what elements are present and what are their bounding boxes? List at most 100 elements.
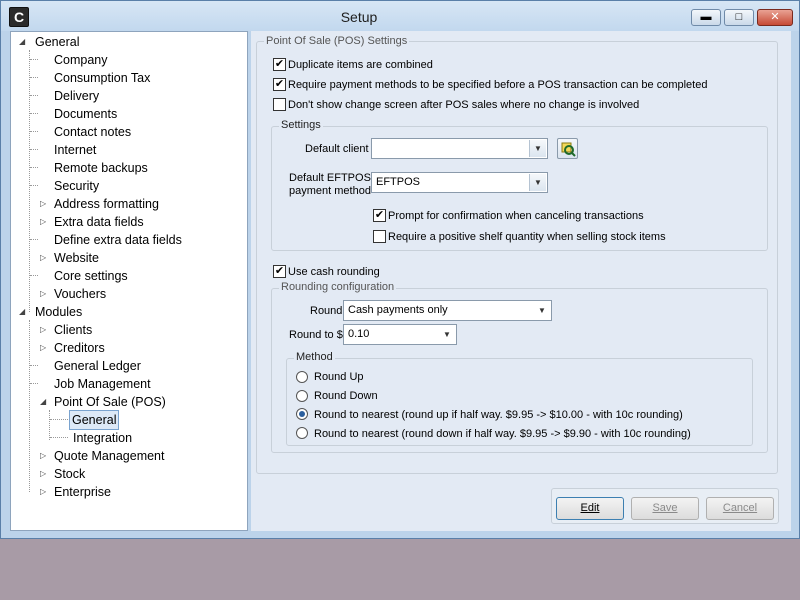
pos-settings-title: Point Of Sale (POS) Settings xyxy=(264,35,410,47)
eftpos-label-line2: payment method xyxy=(289,185,371,197)
chevron-down-icon: ▼ xyxy=(529,140,546,157)
round-nearest-down-radio[interactable] xyxy=(296,427,308,439)
round-to-label: Round to $ xyxy=(289,329,343,341)
method-title: Method xyxy=(294,351,335,363)
rounding-config-title: Rounding configuration xyxy=(279,281,397,293)
cash-rounding-checkbox[interactable]: ✔ xyxy=(273,265,286,278)
settings-panel: Point Of Sale (POS) Settings ✔ Duplicate… xyxy=(251,31,791,531)
tree-item-extra-data-fields[interactable]: Extra data fields xyxy=(54,213,144,231)
round-down-radio[interactable] xyxy=(296,390,308,402)
default-client-select[interactable]: ▼ xyxy=(371,138,548,159)
tree-item-documents[interactable]: Documents xyxy=(54,105,117,123)
save-button-label: Save xyxy=(652,502,678,514)
client-lookup-button[interactable] xyxy=(557,138,578,159)
tree-item-security[interactable]: Security xyxy=(54,177,99,195)
collapse-icon[interactable]: ◢ xyxy=(19,303,25,321)
tree-item-enterprise[interactable]: Enterprise xyxy=(54,483,111,501)
round-down-label: Round Down xyxy=(314,390,378,402)
round-to-select[interactable]: 0.10 ▼ xyxy=(343,324,457,345)
round-label: Round xyxy=(310,305,343,317)
close-icon: ✕ xyxy=(770,11,780,23)
cash-rounding-label: Use cash rounding xyxy=(288,266,380,278)
tree-item-creditors[interactable]: Creditors xyxy=(54,339,105,357)
edit-button-label: Edit xyxy=(580,502,600,514)
window-title: Setup xyxy=(340,9,378,25)
tree-item-vouchers[interactable]: Vouchers xyxy=(54,285,106,303)
tree-item-contact-notes[interactable]: Contact notes xyxy=(54,123,131,141)
tree-item-point-of-sale[interactable]: Point Of Sale (POS) xyxy=(54,393,166,411)
cancel-button-label: Cancel xyxy=(722,502,758,514)
require-payment-label: Require payment methods to be specified … xyxy=(288,79,708,91)
expand-icon[interactable]: ▷ xyxy=(40,213,46,231)
prompt-cancel-checkbox[interactable]: ✔ xyxy=(373,209,386,222)
minimize-icon: ▬ xyxy=(700,11,712,23)
maximize-button[interactable]: □ xyxy=(724,9,754,26)
tree-item-website[interactable]: Website xyxy=(54,249,99,267)
tree-item-clients[interactable]: Clients xyxy=(54,321,92,339)
tree-item-internet[interactable]: Internet xyxy=(54,141,96,159)
no-change-screen-checkbox[interactable] xyxy=(273,98,286,111)
tree-item-general-ledger[interactable]: General Ledger xyxy=(54,357,141,375)
tree-item-define-extra-data-fields[interactable]: Define extra data fields xyxy=(54,231,182,249)
eftpos-method-select[interactable]: EFTPOS ▼ xyxy=(371,172,548,193)
expand-icon[interactable]: ▷ xyxy=(40,465,46,483)
tree-item-modules-root[interactable]: Modules xyxy=(35,303,82,321)
round-nearest-up-radio[interactable] xyxy=(296,408,308,420)
collapse-icon[interactable]: ◢ xyxy=(19,33,25,51)
tree-item-stock[interactable]: Stock xyxy=(54,465,85,483)
prompt-cancel-label: Prompt for confirmation when canceling t… xyxy=(388,210,644,222)
tree-item-address-formatting[interactable]: Address formatting xyxy=(54,195,159,213)
minimize-button[interactable]: ▬ xyxy=(691,9,721,26)
settings-title: Settings xyxy=(279,119,323,131)
chevron-down-icon: ▼ xyxy=(534,302,550,319)
no-change-screen-label: Don't show change screen after POS sales… xyxy=(288,99,640,111)
round-nearest-up-label: Round to nearest (round up if half way. … xyxy=(314,409,683,421)
radio-selected-dot xyxy=(299,411,305,417)
tree-item-core-settings[interactable]: Core settings xyxy=(54,267,128,285)
duplicate-items-label: Duplicate items are combined xyxy=(288,59,433,71)
save-button[interactable]: Save xyxy=(631,497,699,520)
tree-item-quote-management[interactable]: Quote Management xyxy=(54,447,165,465)
tree-item-remote-backups[interactable]: Remote backups xyxy=(54,159,148,177)
tree-item-consumption-tax[interactable]: Consumption Tax xyxy=(54,69,150,87)
expand-icon[interactable]: ▷ xyxy=(40,195,46,213)
expand-icon[interactable]: ▷ xyxy=(40,483,46,501)
settings-tree: ◢ General Company Consumption Tax Delive… xyxy=(10,31,248,531)
round-to-value: 0.10 xyxy=(348,328,370,340)
tree-item-delivery[interactable]: Delivery xyxy=(54,87,99,105)
tree-item-company[interactable]: Company xyxy=(54,51,108,69)
tree-line xyxy=(49,410,50,440)
title-bar: C Setup ▬ □ ✕ xyxy=(1,1,799,31)
tree-item-pos-general[interactable]: General xyxy=(69,410,120,430)
close-button[interactable]: ✕ xyxy=(757,9,793,26)
collapse-icon[interactable]: ◢ xyxy=(40,393,46,411)
expand-icon[interactable]: ▷ xyxy=(40,321,46,339)
eftpos-method-value: EFTPOS xyxy=(376,176,421,188)
edit-button[interactable]: Edit xyxy=(556,497,624,520)
chevron-down-icon: ▼ xyxy=(439,326,455,343)
cancel-button[interactable]: Cancel xyxy=(706,497,774,520)
round-up-radio[interactable] xyxy=(296,371,308,383)
expand-icon[interactable]: ▷ xyxy=(40,339,46,357)
tree-item-general-root[interactable]: General xyxy=(35,33,79,51)
expand-icon[interactable]: ▷ xyxy=(40,285,46,303)
duplicate-items-checkbox[interactable]: ✔ xyxy=(273,58,286,71)
client-lookup-icon xyxy=(561,142,576,157)
chevron-down-icon: ▼ xyxy=(529,174,546,191)
setup-window: C Setup ▬ □ ✕ ◢ General Company Consumpt… xyxy=(0,0,800,539)
round-select[interactable]: Cash payments only ▼ xyxy=(343,300,552,321)
tree-line xyxy=(29,320,30,492)
eftpos-label-line1: Default EFTPOS xyxy=(289,172,371,184)
round-value: Cash payments only xyxy=(348,304,448,316)
round-nearest-down-label: Round to nearest (round down if half way… xyxy=(314,428,691,440)
positive-shelf-checkbox[interactable] xyxy=(373,230,386,243)
tree-line xyxy=(29,50,30,312)
default-client-label: Default client xyxy=(305,143,369,155)
tree-item-pos-integration[interactable]: Integration xyxy=(73,429,132,447)
require-payment-checkbox[interactable]: ✔ xyxy=(273,78,286,91)
tree-item-job-management[interactable]: Job Management xyxy=(54,375,151,393)
expand-icon[interactable]: ▷ xyxy=(40,249,46,267)
round-up-label: Round Up xyxy=(314,371,364,383)
positive-shelf-label: Require a positive shelf quantity when s… xyxy=(388,231,666,243)
expand-icon[interactable]: ▷ xyxy=(40,447,46,465)
